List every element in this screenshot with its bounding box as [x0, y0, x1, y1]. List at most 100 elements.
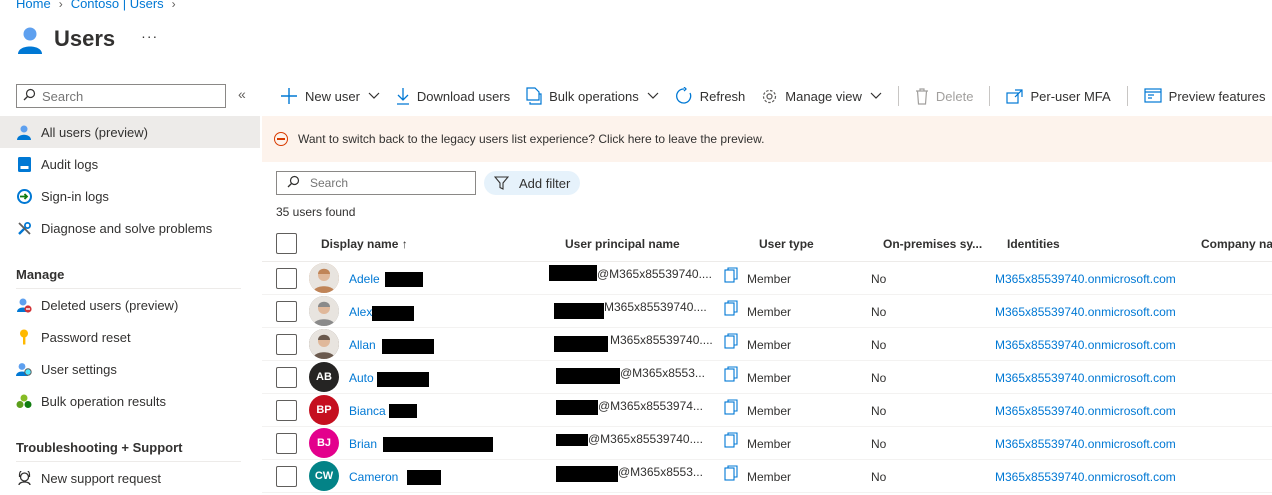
search-icon: [23, 88, 36, 104]
preview-features-button[interactable]: Preview features: [1144, 84, 1266, 108]
user-principal-name: @M365x8553974...: [598, 399, 703, 413]
sidebar-item-audit-logs[interactable]: Audit logs: [0, 148, 260, 180]
user-display-name-link[interactable]: Cameron: [349, 470, 398, 484]
redaction-bar: [556, 466, 618, 482]
user-display-name-link[interactable]: Bianca: [349, 404, 386, 418]
row-checkbox[interactable]: [276, 433, 297, 454]
redaction-bar: [554, 303, 604, 319]
table-row[interactable]: Alex M365x85539740.... Member No M365x855397…: [262, 295, 1272, 328]
identity-link[interactable]: M365x85539740.onmicrosoft.com: [995, 305, 1176, 319]
column-identities[interactable]: Identities: [1007, 237, 1060, 251]
copy-icon[interactable]: [724, 267, 738, 283]
row-checkbox[interactable]: [276, 400, 297, 421]
identity-link[interactable]: M365x85539740.onmicrosoft.com: [995, 371, 1176, 385]
banner-text[interactable]: Want to switch back to the legacy users …: [298, 132, 764, 146]
toolbar-divider: [989, 86, 991, 106]
sidebar-item-diagnose[interactable]: Diagnose and solve problems: [0, 212, 260, 244]
new-user-button[interactable]: New user: [280, 84, 380, 108]
identity-link[interactable]: M365x85539740.onmicrosoft.com: [995, 404, 1176, 418]
on-premises-sync: No: [871, 437, 887, 451]
user-principal-name: @M365x85539740....: [588, 432, 703, 446]
plus-icon: [280, 87, 298, 105]
identity-link[interactable]: M365x85539740.onmicrosoft.com: [995, 272, 1176, 286]
user-principal-name: M365x85539740....: [610, 333, 713, 347]
breadcrumb: Home › Contoso | Users ›: [16, 0, 176, 11]
identity-link[interactable]: M365x85539740.onmicrosoft.com: [995, 338, 1176, 352]
identity-link[interactable]: M365x85539740.onmicrosoft.com: [995, 437, 1176, 451]
man-photo-avatar: [309, 296, 339, 326]
download-icon: [396, 87, 410, 105]
row-checkbox[interactable]: [276, 301, 297, 322]
redaction-bar: [556, 368, 620, 384]
redaction-bar: [382, 339, 434, 354]
redaction-bar: [385, 272, 423, 287]
column-user-principal-name[interactable]: User principal name: [565, 237, 680, 251]
breadcrumb-contoso-users[interactable]: Contoso | Users: [71, 0, 164, 11]
legacy-experience-banner[interactable]: Want to switch back to the legacy users …: [262, 116, 1272, 162]
manage-view-button[interactable]: Manage view: [761, 84, 882, 108]
redaction-bar: [556, 434, 588, 446]
user-principal-name: @M365x85539740....: [597, 267, 712, 281]
user-display-name-link[interactable]: Auto: [349, 371, 374, 385]
on-premises-sync: No: [871, 272, 887, 286]
user-display-name-link[interactable]: Adele: [349, 272, 380, 286]
user-type: Member: [747, 272, 792, 286]
sidebar-item-label: Password reset: [41, 329, 131, 345]
collapse-sidebar-icon[interactable]: «: [238, 86, 246, 102]
identity-link[interactable]: M365x85539740.onmicrosoft.com: [995, 470, 1176, 484]
trash-icon: [915, 87, 929, 105]
table-row[interactable]: BP Bianca @M365x8553974... Member No M365x855…: [262, 394, 1272, 427]
copy-icon[interactable]: [724, 432, 738, 448]
row-checkbox[interactable]: [276, 334, 297, 355]
chevron-down-icon: [368, 92, 380, 100]
sidebar-search[interactable]: [16, 84, 226, 108]
sidebar-item-all-users[interactable]: All users (preview): [0, 116, 260, 148]
per-user-mfa-button[interactable]: Per-user MFA: [1006, 84, 1111, 108]
download-users-button[interactable]: Download users: [396, 84, 510, 108]
table-row[interactable]: Allan M365x85539740.... Member No M365x85539…: [262, 328, 1272, 361]
table-row[interactable]: CW Cameron @M365x8553... Member No M365x85539…: [262, 460, 1272, 493]
redaction-bar: [549, 265, 597, 281]
copy-icon[interactable]: [724, 366, 738, 382]
column-company-name[interactable]: Company na: [1201, 237, 1272, 251]
column-user-type[interactable]: User type: [759, 237, 814, 251]
chevron-right-icon: ›: [58, 0, 63, 11]
user-search-input[interactable]: [310, 176, 470, 190]
breadcrumb-home[interactable]: Home: [16, 0, 51, 11]
add-filter-label: Add filter: [519, 175, 571, 191]
user-search[interactable]: [276, 171, 476, 195]
row-checkbox[interactable]: [276, 466, 297, 487]
table-row[interactable]: AB Auto @M365x8553... Member No M365x85539740…: [262, 361, 1272, 394]
user-display-name-link[interactable]: Brian: [349, 437, 377, 451]
column-display-name[interactable]: Display name ↑: [321, 237, 408, 251]
sidebar-search-input[interactable]: [42, 88, 212, 104]
select-all-checkbox[interactable]: [276, 233, 297, 254]
user-display-name-link[interactable]: Alex: [349, 305, 372, 319]
bulk-operations-button[interactable]: Bulk operations: [526, 84, 659, 108]
user-type: Member: [747, 371, 792, 385]
sidebar-item-password-reset[interactable]: Password reset: [0, 321, 260, 353]
sidebar-item-sign-in-logs[interactable]: Sign-in logs: [0, 180, 260, 212]
audit-log-icon: [16, 156, 32, 172]
row-checkbox[interactable]: [276, 268, 297, 289]
table-row[interactable]: Adele @M365x85539740.... Member No M365x8553…: [262, 262, 1272, 295]
column-on-premises[interactable]: On-premises sy...: [883, 237, 982, 251]
copy-icon[interactable]: [724, 333, 738, 349]
sidebar-item-user-settings[interactable]: User settings: [0, 353, 260, 385]
copy-icon[interactable]: [724, 465, 738, 481]
copy-icon[interactable]: [724, 399, 738, 415]
copy-icon[interactable]: [724, 300, 738, 316]
sidebar-item-new-support-request[interactable]: New support request: [0, 462, 260, 494]
delete-button[interactable]: Delete: [915, 84, 973, 108]
search-icon: [287, 175, 300, 191]
preview-features-icon: [1144, 88, 1162, 104]
more-options-icon[interactable]: ···: [141, 28, 158, 44]
table-row[interactable]: BJ Brian @M365x85539740.... Member No M365x85…: [262, 427, 1272, 460]
per-user-mfa-label: Per-user MFA: [1030, 88, 1111, 104]
refresh-button[interactable]: Refresh: [675, 84, 745, 108]
sidebar-item-deleted-users[interactable]: Deleted users (preview): [0, 289, 260, 321]
add-filter-button[interactable]: Add filter: [484, 171, 581, 195]
sidebar-item-bulk-results[interactable]: Bulk operation results: [0, 385, 260, 417]
row-checkbox[interactable]: [276, 367, 297, 388]
user-display-name-link[interactable]: Allan: [349, 338, 376, 352]
